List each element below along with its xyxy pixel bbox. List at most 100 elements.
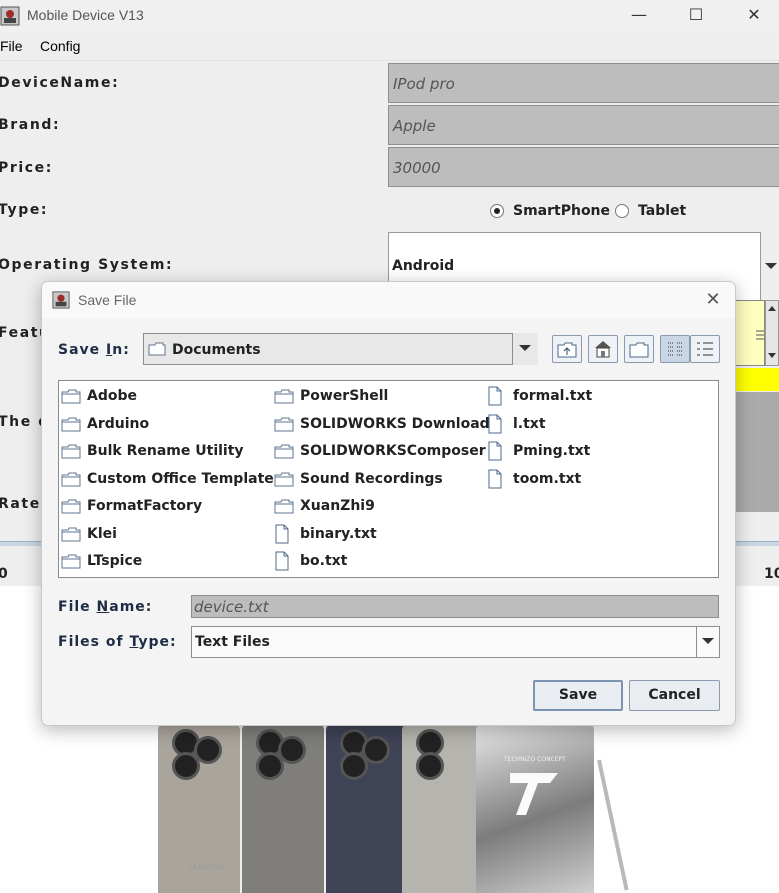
- minimize-button[interactable]: —: [610, 0, 668, 32]
- file-list-item[interactable]: bo.txt: [274, 550, 347, 572]
- new-folder-button[interactable]: [624, 335, 654, 363]
- folder-icon: [61, 553, 81, 569]
- file-list-item-label: SOLIDWORKS Downloads: [300, 415, 499, 432]
- folder-icon: [274, 471, 294, 487]
- file-list-item[interactable]: SOLIDWORKSComposer: [274, 440, 486, 462]
- file-list-item-label: Custom Office Templates: [87, 470, 283, 487]
- folder-icon: [274, 498, 294, 514]
- tc-logo-icon: [510, 773, 558, 815]
- cancel-button[interactable]: Cancel: [629, 680, 720, 711]
- scroll-arrows-icon: [768, 306, 776, 358]
- os-label: Operating System:: [0, 257, 174, 273]
- brand-field[interactable]: Apple: [388, 105, 779, 145]
- dialog-close-button[interactable]: ✕: [698, 287, 728, 313]
- file-name-label: File Name:: [58, 599, 153, 615]
- menu-config[interactable]: Config: [40, 38, 80, 54]
- file-list-item-label: Pming.txt: [513, 443, 591, 459]
- close-icon: ✕: [747, 5, 761, 24]
- tablet-radio[interactable]: [615, 204, 629, 218]
- file-list-item[interactable]: l.txt: [487, 413, 546, 435]
- save-button[interactable]: Save: [533, 680, 623, 711]
- features-list[interactable]: [733, 300, 765, 366]
- folder-icon: [61, 443, 81, 459]
- file-list-item-label: Sound Recordings: [300, 470, 443, 487]
- folder-icon: [61, 416, 81, 432]
- app-icon: [0, 6, 20, 26]
- list-lines-icon: [756, 330, 764, 340]
- features-scrollbar[interactable]: [765, 300, 779, 366]
- smartphone-radio[interactable]: [490, 204, 504, 218]
- text-file-icon: [487, 441, 507, 461]
- tablet-radio-label[interactable]: Tablet: [638, 203, 686, 219]
- details-view-button[interactable]: [690, 335, 720, 363]
- file-list-item[interactable]: XuanZhi9: [274, 495, 375, 517]
- dialog-app-icon: [52, 291, 70, 309]
- file-list-item[interactable]: SOLIDWORKS Downloads: [274, 413, 498, 435]
- description-area[interactable]: [733, 392, 779, 512]
- chevron-down-icon: [765, 263, 777, 269]
- file-list-item[interactable]: Pming.txt: [487, 440, 590, 462]
- window-title: Mobile Device V13: [27, 7, 144, 23]
- phone-brand-text: SAMSUNG: [188, 864, 226, 871]
- folder-icon: [274, 416, 294, 432]
- file-list-item[interactable]: PowerShell: [274, 385, 388, 407]
- device-name-field[interactable]: IPod pro: [388, 63, 779, 103]
- file-list-item-label: bo.txt: [300, 553, 348, 569]
- file-list-item-label: Klei: [87, 525, 117, 542]
- file-type-label: Files of Type:: [58, 634, 177, 650]
- home-button[interactable]: [588, 335, 618, 363]
- folder-icon: [61, 388, 81, 404]
- price-field[interactable]: 30000: [388, 147, 779, 187]
- file-list-item[interactable]: Arduino: [61, 413, 149, 435]
- close-icon: ✕: [705, 289, 721, 310]
- file-list-item[interactable]: FormatFactory: [61, 495, 202, 517]
- file-list-item[interactable]: LTspice: [61, 550, 142, 572]
- folder-icon: [274, 388, 294, 404]
- folder-icon: [61, 498, 81, 514]
- os-dropdown-button[interactable]: [760, 232, 779, 302]
- file-type-dropdown-button[interactable]: [696, 626, 720, 658]
- file-list-item-label: Adobe: [87, 388, 137, 404]
- file-type-combobox[interactable]: [191, 626, 720, 658]
- maximize-icon: ☐: [688, 5, 704, 24]
- file-list-item[interactable]: Custom Office Templates: [61, 468, 282, 490]
- file-list-item-label: toom.txt: [513, 470, 582, 487]
- list-view-icon: [668, 342, 682, 356]
- chevron-down-icon: [519, 345, 531, 351]
- file-list-item[interactable]: Adobe: [61, 385, 137, 407]
- maximize-button[interactable]: ☐: [667, 0, 725, 32]
- up-one-level-button[interactable]: [552, 335, 582, 363]
- menu-file[interactable]: File: [0, 38, 23, 54]
- product-image: SAMSUNG TECHNIZO CONCEPT: [158, 724, 594, 893]
- menu-bar: [0, 32, 779, 61]
- file-list-item[interactable]: Sound Recordings: [274, 468, 443, 490]
- file-list-item[interactable]: Klei: [61, 523, 117, 545]
- highlight-bar: [733, 368, 779, 391]
- save-in-label: Save In:: [58, 342, 130, 358]
- list-view-button[interactable]: [660, 335, 690, 363]
- type-label: Type:: [0, 202, 49, 218]
- file-list-item-label: Bulk Rename Utility: [87, 443, 244, 459]
- close-button[interactable]: ✕: [725, 0, 779, 32]
- file-name-field[interactable]: device.txt: [191, 595, 719, 618]
- file-list-item-label: binary.txt: [300, 525, 377, 542]
- folder-icon: [274, 443, 294, 459]
- file-list-item-label: PowerShell: [300, 388, 389, 404]
- text-file-icon: [487, 414, 507, 434]
- folder-icon: [61, 471, 81, 487]
- price-label: Price:: [0, 160, 53, 176]
- file-list-item[interactable]: formal.txt: [487, 385, 592, 407]
- file-list-item-label: formal.txt: [513, 388, 593, 404]
- smartphone-radio-label[interactable]: SmartPhone: [513, 203, 610, 219]
- save-in-value: Documents: [172, 342, 261, 358]
- file-list-item[interactable]: binary.txt: [274, 523, 377, 545]
- file-list[interactable]: Adobe Arduino Bulk Rename Utility Custom Of…: [58, 380, 719, 578]
- file-list-item-label: Arduino: [87, 415, 150, 432]
- save-in-dropdown-button[interactable]: [512, 333, 538, 365]
- file-list-item[interactable]: Bulk Rename Utility: [61, 440, 244, 462]
- file-list-item[interactable]: toom.txt: [487, 468, 581, 490]
- slider-min-label: 0: [0, 566, 8, 582]
- minimize-icon: —: [631, 5, 647, 24]
- device-name-label: DeviceName:: [0, 75, 120, 91]
- slider-max-label: 10: [764, 566, 779, 582]
